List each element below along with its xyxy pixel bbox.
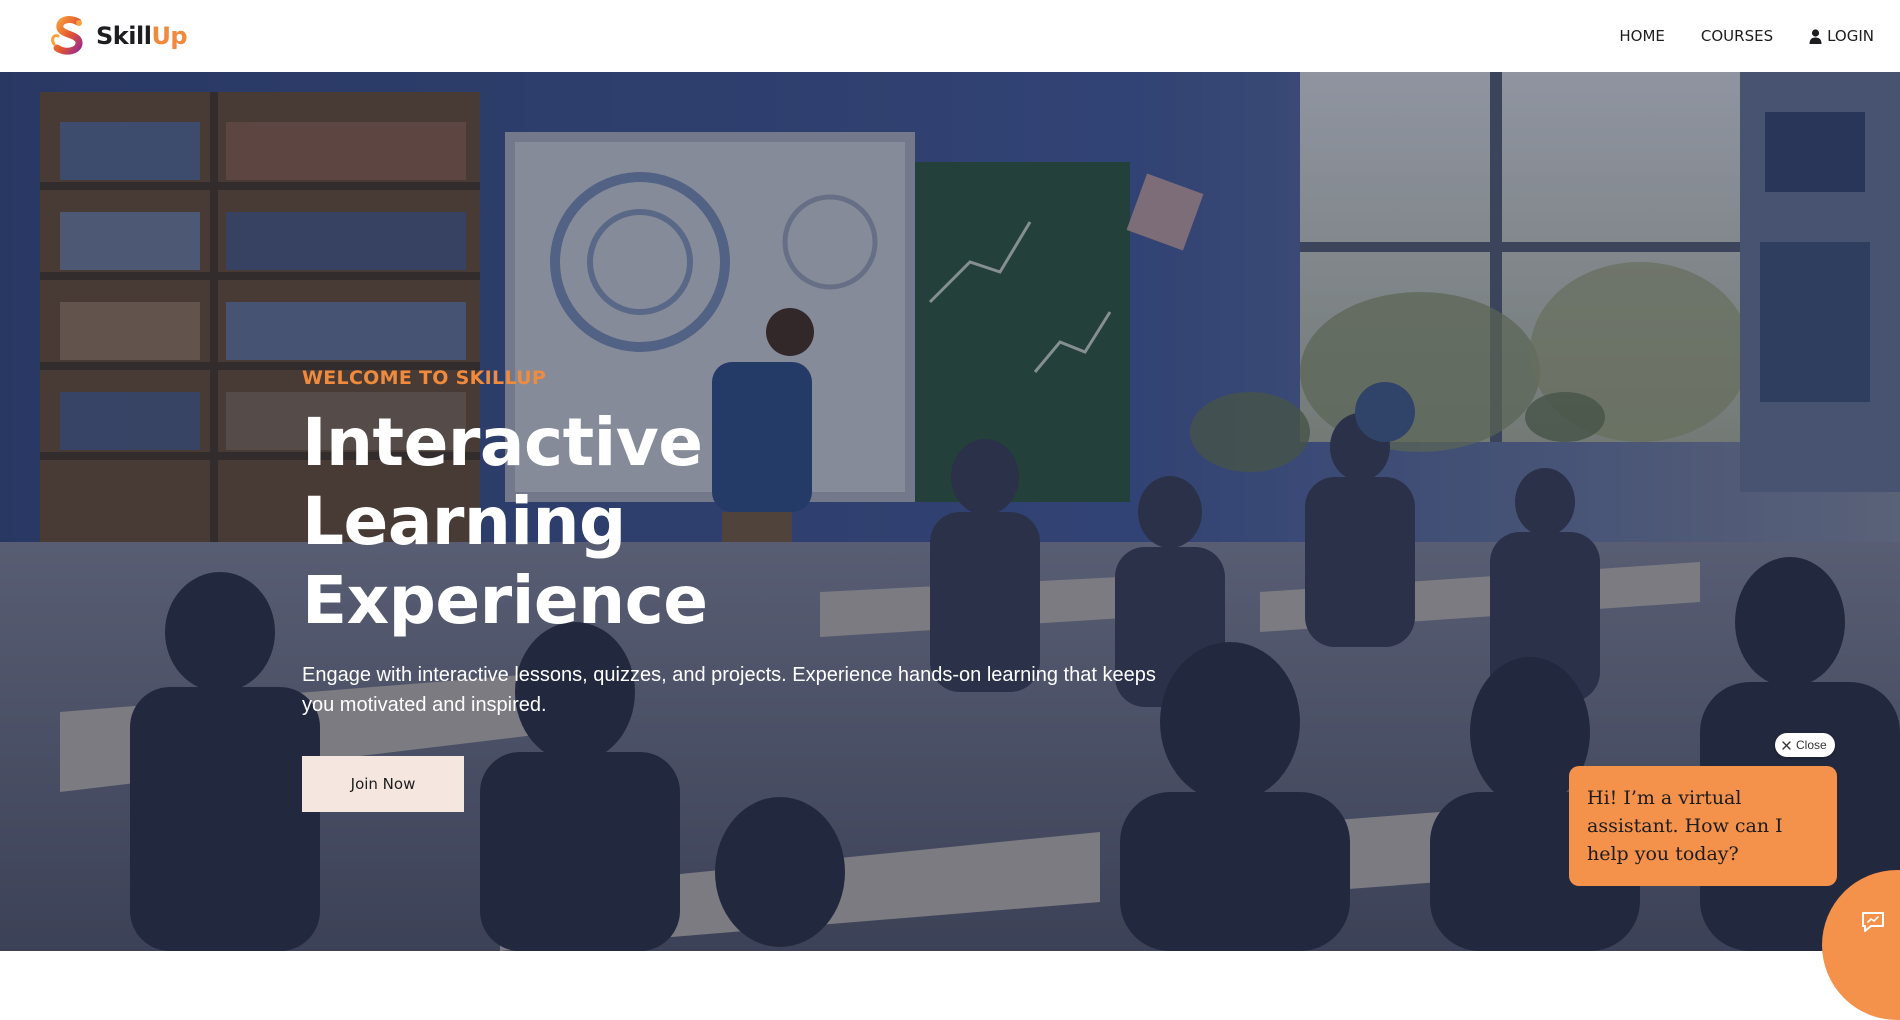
chat-welcome-message: Hi! I’m a virtual assistant. How can I h…: [1569, 766, 1837, 886]
s-swirl-logo-icon: [51, 16, 83, 55]
x-icon: [1782, 740, 1791, 750]
nav-home-link[interactable]: HOME: [1619, 27, 1665, 45]
chat-bubble-icon: [1862, 912, 1884, 932]
brand-home-link[interactable]: SkillUp: [48, 14, 188, 58]
chat-close-label: Close: [1796, 738, 1827, 752]
hero-content: WELCOME TO SKILLUP Interactive Learning …: [302, 367, 1202, 812]
hero-eyebrow: WELCOME TO SKILLUP: [302, 367, 547, 389]
brand-name-part2: Up: [151, 22, 188, 50]
hero-title: Interactive Learning Experience: [302, 404, 708, 639]
user-icon: [1809, 28, 1822, 44]
nav-login-link[interactable]: LOGIN: [1809, 27, 1874, 45]
hero-description: Engage with interactive lessons, quizzes…: [302, 664, 1156, 716]
brand-name: SkillUp: [96, 22, 188, 50]
join-now-button[interactable]: Join Now: [302, 756, 464, 812]
brand-name-part1: Skill: [96, 22, 152, 50]
main-nav: HOME COURSES LOGIN: [1619, 27, 1874, 45]
chat-close-button[interactable]: Close: [1775, 733, 1835, 757]
nav-login-label: LOGIN: [1827, 27, 1874, 45]
nav-courses-link[interactable]: COURSES: [1701, 27, 1773, 45]
top-navbar: SkillUp HOME COURSES LOGIN: [0, 0, 1900, 72]
